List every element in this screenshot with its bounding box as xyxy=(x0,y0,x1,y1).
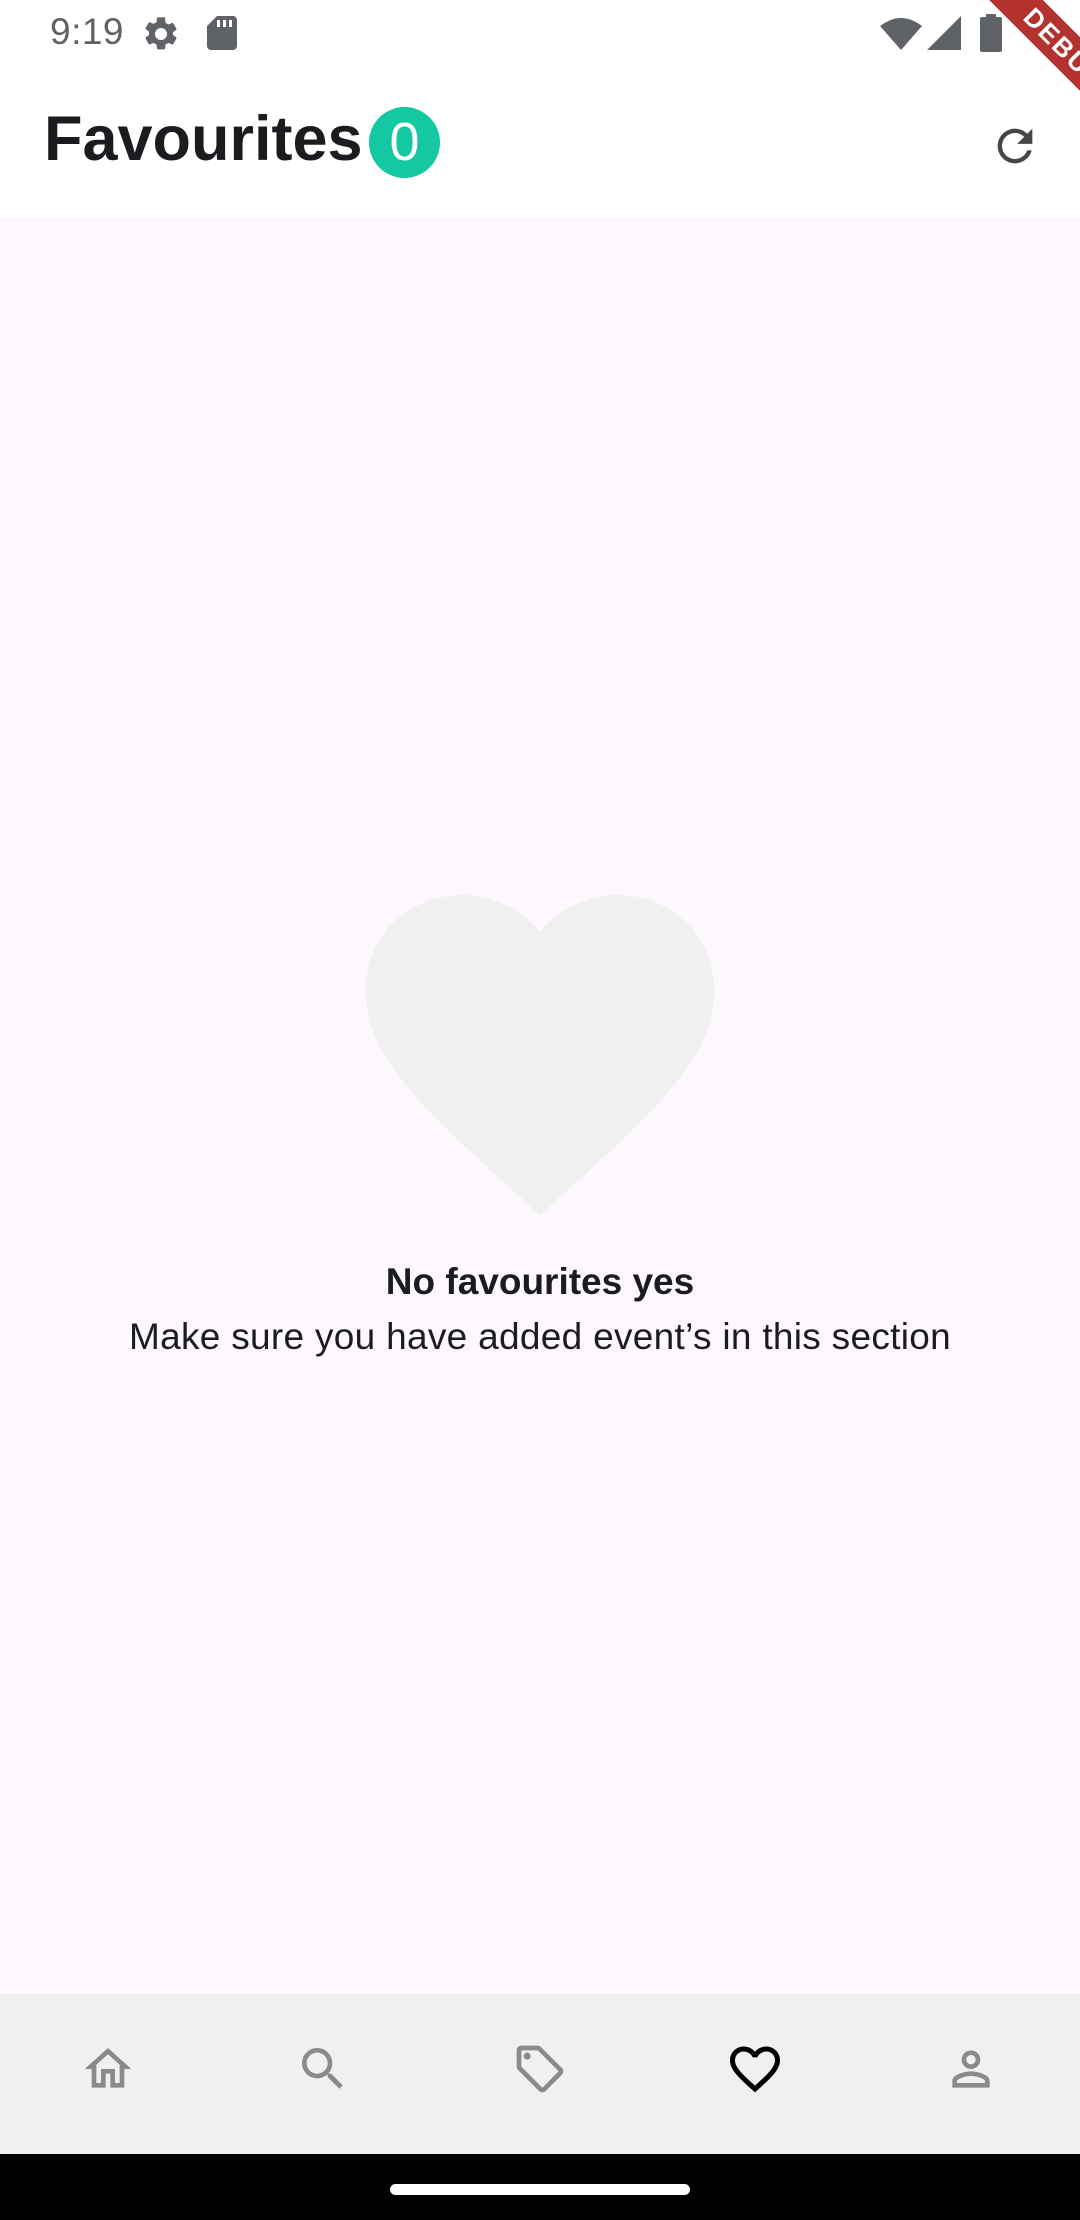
home-gesture-handle[interactable] xyxy=(390,2184,690,2195)
sd-card-icon xyxy=(207,16,237,50)
status-time: 9:19 xyxy=(50,11,125,52)
heart-icon xyxy=(730,2046,780,2093)
refresh-icon xyxy=(997,128,1033,164)
nav-search-button[interactable] xyxy=(288,2034,358,2104)
tag-icon xyxy=(516,2045,564,2093)
refresh-button[interactable] xyxy=(980,111,1050,181)
system-gesture-bar xyxy=(0,2154,1080,2220)
favourites-count-badge: 0 xyxy=(369,107,440,178)
nav-home-button[interactable] xyxy=(73,2034,143,2104)
heart-icon xyxy=(365,895,715,1215)
person-icon xyxy=(952,2050,990,2088)
bottom-navigation xyxy=(0,1994,1080,2154)
home-icon xyxy=(84,2048,132,2088)
search-icon xyxy=(302,2048,343,2089)
nav-favourites-button[interactable] xyxy=(720,2034,790,2104)
page-title: Favourites xyxy=(44,104,363,174)
empty-state-message: Make sure you have added event’s in this… xyxy=(128,1316,952,1357)
app-bar: Favourites 0 xyxy=(0,66,1080,218)
cell-signal-icon xyxy=(927,16,961,50)
battery-icon xyxy=(980,14,1002,52)
settings-gear-icon xyxy=(145,17,177,50)
empty-state-title: No favourites yes xyxy=(385,1261,695,1302)
nav-profile-button[interactable] xyxy=(936,2034,1006,2104)
nav-tags-button[interactable] xyxy=(505,2034,575,2104)
status-bar: 9:19 xyxy=(0,0,1080,66)
wifi-icon xyxy=(880,18,922,50)
